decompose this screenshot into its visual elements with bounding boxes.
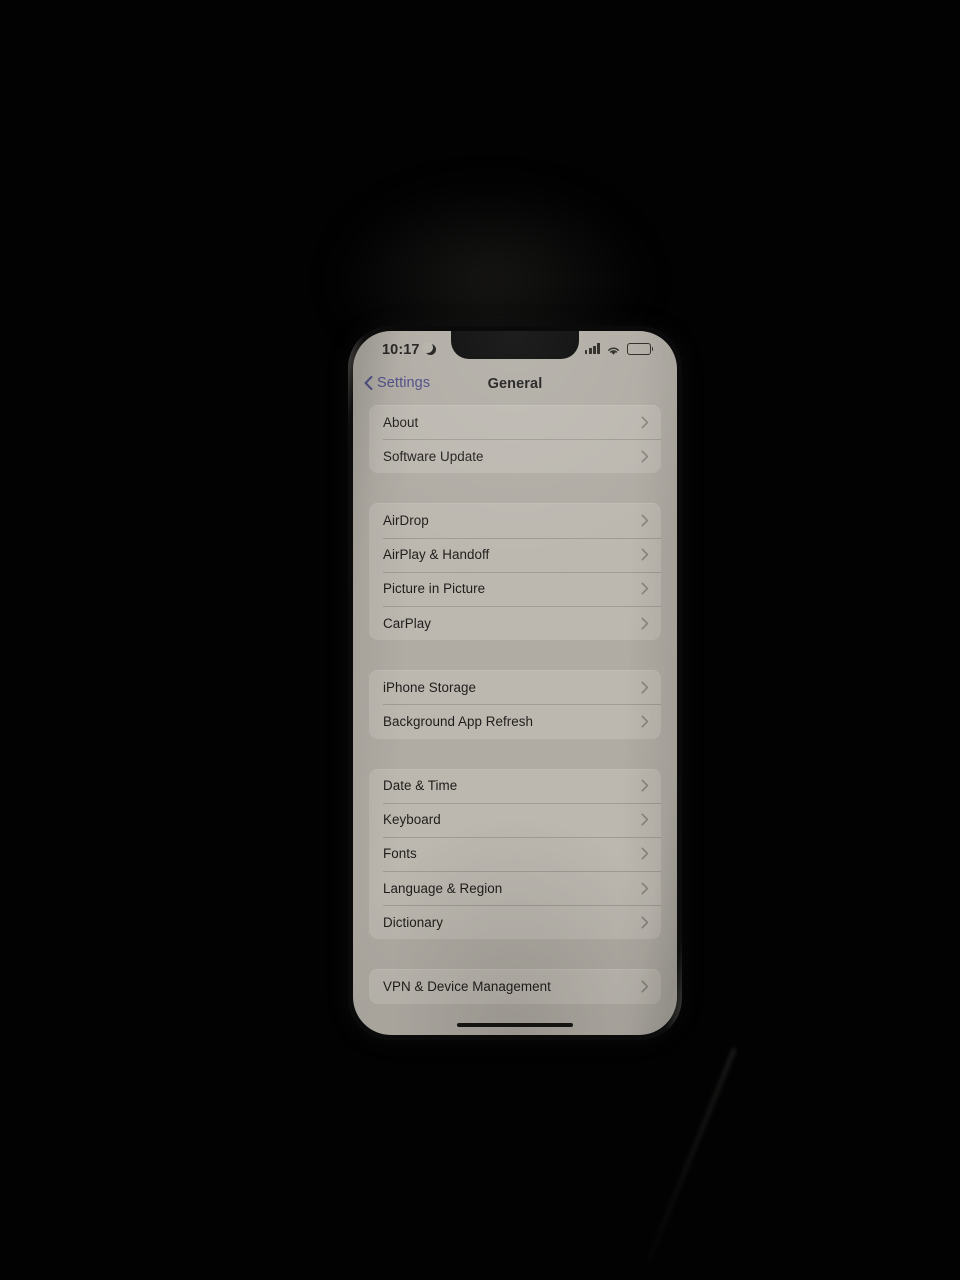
navigation-bar: Settings General bbox=[353, 371, 677, 405]
chevron-right-icon bbox=[641, 681, 649, 694]
row-label: AirPlay & Handoff bbox=[383, 547, 490, 563]
display-notch bbox=[451, 331, 579, 359]
wifi-icon bbox=[606, 343, 621, 355]
row-label: Software Update bbox=[383, 448, 484, 464]
chevron-right-icon bbox=[641, 813, 649, 826]
row-label: Picture in Picture bbox=[383, 581, 486, 597]
row-label: AirDrop bbox=[383, 512, 429, 528]
settings-row-iphone-storage[interactable]: iPhone Storage bbox=[369, 670, 661, 704]
phone-screen: 10:17 Settings General About Software Up… bbox=[353, 331, 677, 1035]
chevron-right-icon bbox=[641, 715, 649, 728]
chevron-right-icon bbox=[641, 548, 649, 561]
status-bar-right bbox=[584, 343, 654, 355]
moon-icon bbox=[421, 342, 437, 356]
settings-section: About Software Update bbox=[369, 405, 661, 474]
row-label: Fonts bbox=[383, 846, 417, 862]
row-label: Keyboard bbox=[383, 812, 441, 828]
battery-icon bbox=[627, 343, 654, 355]
row-label: Background App Refresh bbox=[383, 713, 533, 729]
settings-row-dictionary[interactable]: Dictionary bbox=[369, 905, 661, 939]
settings-row-about[interactable]: About bbox=[369, 405, 661, 439]
cellular-signal-icon bbox=[584, 343, 600, 355]
iphone-device: 10:17 Settings General About Software Up… bbox=[348, 326, 682, 1040]
chevron-right-icon bbox=[641, 847, 649, 860]
row-label: VPN & Device Management bbox=[383, 979, 551, 995]
chevron-right-icon bbox=[641, 882, 649, 895]
settings-row-fonts[interactable]: Fonts bbox=[369, 836, 661, 871]
chevron-right-icon bbox=[641, 514, 649, 527]
home-indicator[interactable] bbox=[457, 1023, 573, 1027]
status-bar-left: 10:17 bbox=[382, 342, 437, 358]
settings-row-airdrop[interactable]: AirDrop bbox=[369, 503, 661, 537]
settings-row-picture-in-picture[interactable]: Picture in Picture bbox=[369, 571, 661, 606]
settings-row-date-time[interactable]: Date & Time bbox=[369, 769, 661, 803]
chevron-right-icon bbox=[641, 416, 649, 429]
row-label: Language & Region bbox=[383, 880, 503, 896]
settings-row-carplay[interactable]: CarPlay bbox=[369, 605, 661, 640]
settings-row-keyboard[interactable]: Keyboard bbox=[369, 802, 661, 837]
row-label: About bbox=[383, 414, 419, 430]
row-label: Date & Time bbox=[383, 778, 458, 794]
settings-section: VPN & Device Management bbox=[369, 969, 661, 1004]
status-time: 10:17 bbox=[382, 342, 420, 358]
row-label: CarPlay bbox=[383, 615, 431, 631]
settings-section: Date & Time Keyboard Fonts Language & Re… bbox=[369, 768, 661, 940]
chevron-right-icon bbox=[641, 617, 649, 630]
row-label: iPhone Storage bbox=[383, 679, 477, 695]
settings-section: iPhone Storage Background App Refresh bbox=[369, 670, 661, 739]
settings-row-background-app-refresh[interactable]: Background App Refresh bbox=[369, 704, 661, 738]
chevron-right-icon bbox=[641, 916, 649, 929]
page-title: General bbox=[487, 376, 543, 392]
settings-section: AirDrop AirPlay & Handoff Picture in Pic… bbox=[369, 503, 661, 641]
chevron-right-icon bbox=[641, 980, 649, 993]
chevron-right-icon bbox=[641, 450, 649, 463]
settings-row-language-region[interactable]: Language & Region bbox=[369, 871, 661, 905]
settings-row-vpn-device-management[interactable]: VPN & Device Management bbox=[369, 969, 661, 1003]
settings-list[interactable]: About Software Update AirDrop AirPlay & … bbox=[353, 405, 677, 1035]
backdrop-edge-highlight bbox=[647, 1047, 736, 1263]
row-label: Dictionary bbox=[383, 914, 444, 930]
settings-row-airplay-handoff[interactable]: AirPlay & Handoff bbox=[369, 537, 661, 572]
chevron-right-icon bbox=[641, 582, 649, 595]
chevron-right-icon bbox=[641, 779, 649, 792]
settings-row-software-update[interactable]: Software Update bbox=[369, 439, 661, 473]
